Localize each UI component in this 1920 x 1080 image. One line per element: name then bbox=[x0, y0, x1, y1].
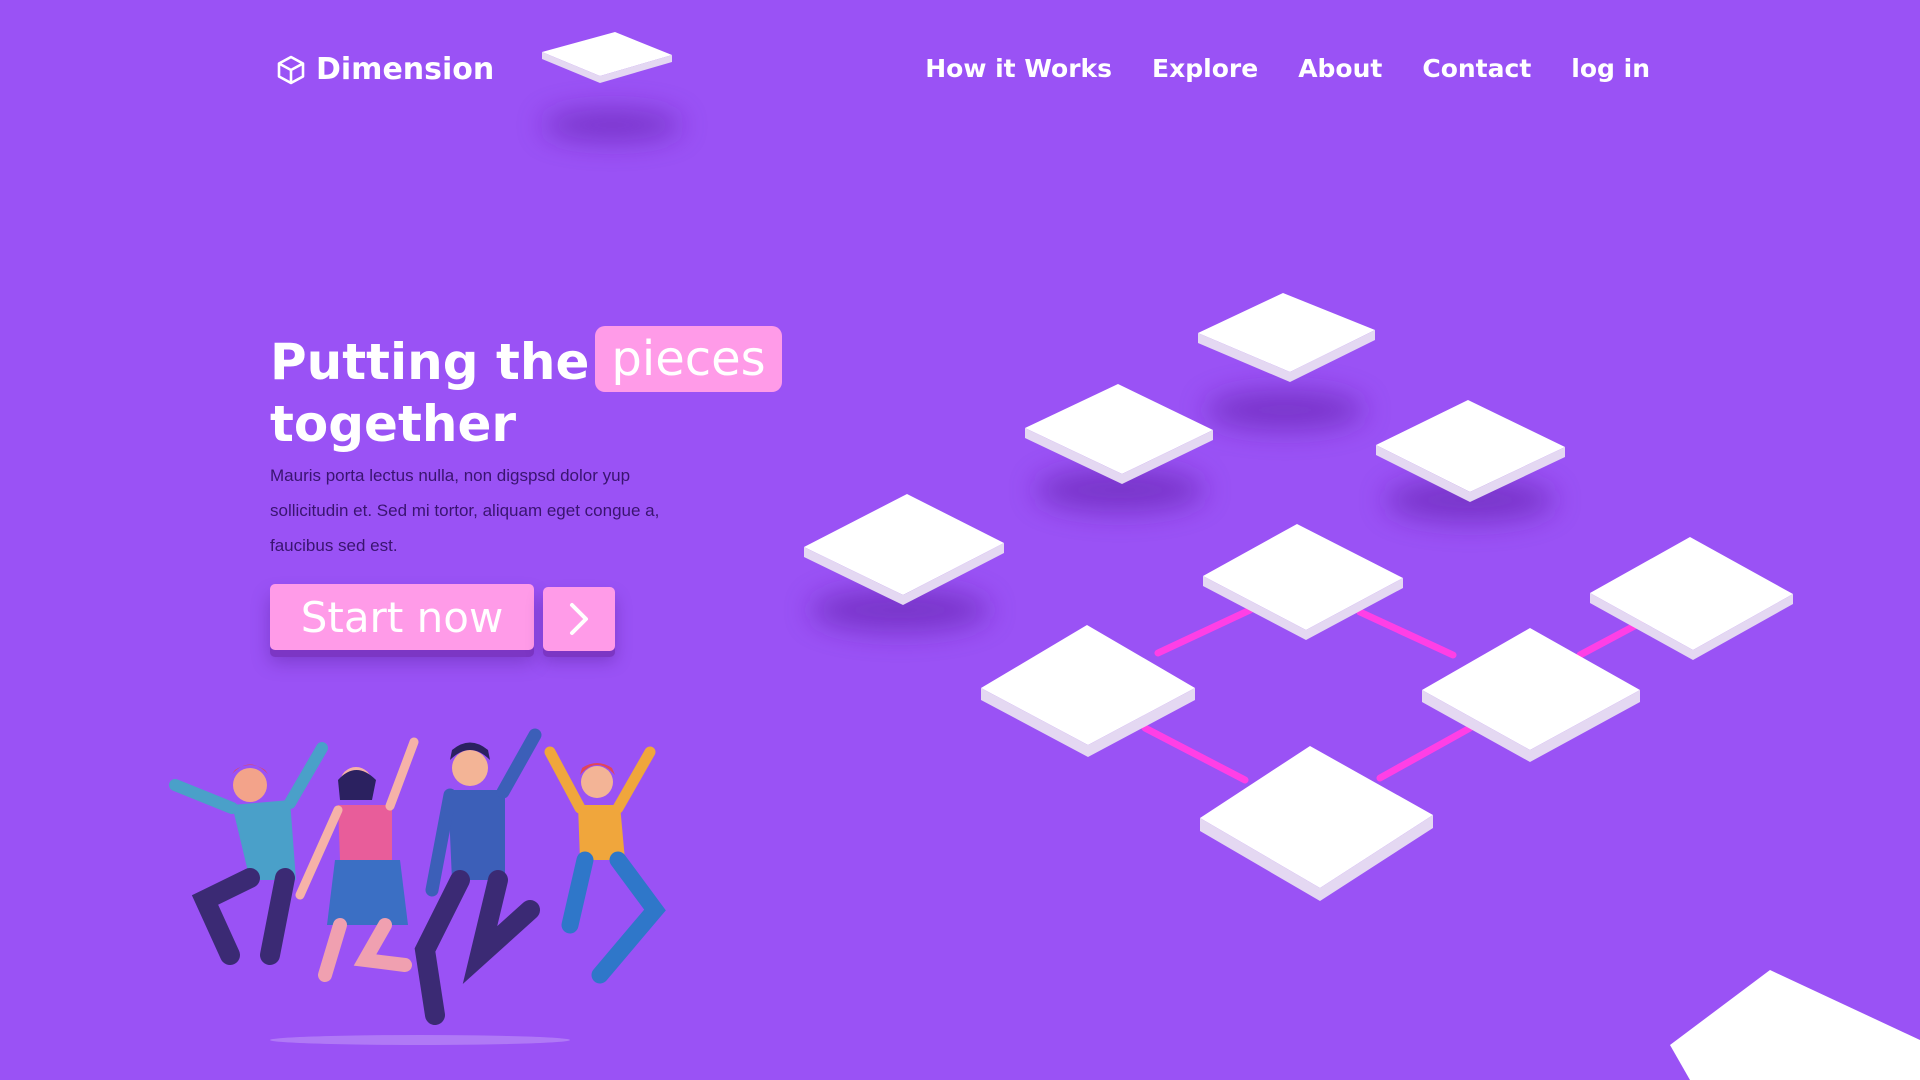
nav-link-explore[interactable]: Explore bbox=[1152, 54, 1258, 83]
chevron-right-icon bbox=[570, 603, 588, 635]
floating-tiles bbox=[542, 32, 1920, 1080]
brand-logo[interactable]: Dimension bbox=[276, 52, 494, 87]
brand-name: Dimension bbox=[316, 52, 495, 87]
hero-title-start: Putting the bbox=[270, 333, 590, 391]
hero-title: Putting the pieces together bbox=[270, 326, 782, 453]
next-arrow-button[interactable] bbox=[543, 587, 615, 651]
nav-link-about[interactable]: About bbox=[1298, 54, 1382, 83]
nav-link-log-in[interactable]: log in bbox=[1571, 54, 1650, 83]
hero-title-highlight: pieces bbox=[595, 326, 782, 392]
main-nav: How it Works Explore About Contact log i… bbox=[925, 54, 1650, 83]
start-now-button[interactable]: Start now bbox=[270, 584, 534, 650]
tile-connectors bbox=[1141, 606, 1644, 784]
nav-link-how-it-works[interactable]: How it Works bbox=[925, 54, 1112, 83]
hero-description: Mauris porta lectus nulla, non digspsd d… bbox=[270, 466, 660, 555]
jumping-people-illustration bbox=[169, 728, 666, 1045]
hero-title-end: together bbox=[270, 395, 517, 453]
cube-icon bbox=[277, 55, 305, 84]
nav-link-contact[interactable]: Contact bbox=[1422, 54, 1531, 83]
